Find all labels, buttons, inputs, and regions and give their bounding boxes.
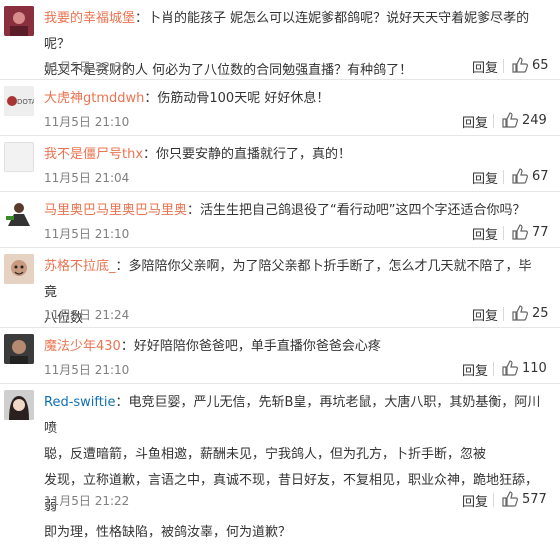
- username-link[interactable]: 马里奥巴马里奥巴马里奥: [44, 203, 187, 218]
- like-button[interactable]: 77: [511, 223, 549, 241]
- username-link[interactable]: 苏格不拉底_: [44, 259, 116, 274]
- thumbs-up-icon: [502, 112, 518, 128]
- like-count: 249: [522, 112, 547, 128]
- comment-time: 11月5日 21:04: [44, 171, 130, 185]
- comment-body: ：电竞巨婴，严儿无信，先斩B皇，再坑老鼠，大唐八职，其奶基衡，阿川喷: [44, 395, 541, 436]
- thumbs-up-icon: [502, 360, 518, 376]
- comment-item: 马里奥巴马里奥巴马里奥：活生生把自己鸽退役了“看行动吧”这四个字还适合你吗？ 1…: [0, 192, 560, 248]
- svg-text:DOTA: DOTA: [17, 98, 34, 106]
- username-link[interactable]: 我要的幸福城堡: [44, 11, 135, 26]
- like-button[interactable]: 249: [501, 111, 547, 129]
- reply-button[interactable]: 回复: [472, 57, 498, 76]
- comment-text: 大虎神gtmddwh：伤筋动骨100天呢 好好休息！: [44, 86, 544, 112]
- comment-item: 我不是僵尸号thx：你只要安静的直播就行了，真的！ 11月5日 21:04 回复…: [0, 136, 560, 192]
- comment-item: DOTA 大虎神gtmddwh：伤筋动骨100天呢 好好休息！ 11月5日 21…: [0, 80, 560, 136]
- avatar[interactable]: [4, 334, 34, 364]
- divider: [503, 307, 504, 321]
- thumbs-up-icon: [512, 305, 528, 321]
- like-button[interactable]: 67: [511, 167, 549, 185]
- username-link[interactable]: Red-swiftie: [44, 395, 115, 410]
- like-button[interactable]: 110: [501, 359, 547, 377]
- comment-time: 11月5日 21:10: [44, 227, 130, 241]
- comment-body: ：活生生把自己鸽退役了“看行动吧”这四个字还适合你吗？: [187, 203, 526, 218]
- comment-body-line: 即为理，性格缺陷，被鸽汝辜，何为道歉？: [44, 525, 292, 540]
- divider: [493, 114, 494, 128]
- username-link[interactable]: 魔法少年430: [44, 339, 121, 354]
- comment-time: 11月5日 21:10: [44, 363, 130, 377]
- comment-text: 我不是僵尸号thx：你只要安静的直播就行了，真的！: [44, 142, 544, 168]
- comment-time: 11月5日 22:30: [44, 60, 130, 74]
- reply-button[interactable]: 回复: [462, 360, 488, 379]
- reply-button[interactable]: 回复: [472, 168, 498, 187]
- avatar[interactable]: [4, 6, 34, 36]
- thumbs-up-icon: [512, 224, 528, 240]
- comment-body: ：多陪陪你父亲啊，为了陪父亲都卜折手断了，怎么才几天就不陪了，毕竟: [44, 259, 532, 300]
- like-button[interactable]: 65: [511, 56, 549, 74]
- like-count: 577: [522, 491, 547, 507]
- reply-button[interactable]: 回复: [472, 305, 498, 324]
- divider: [503, 170, 504, 184]
- comment-body: ：伤筋动骨100天呢 好好休息！: [144, 91, 330, 106]
- divider: [503, 226, 504, 240]
- reply-button[interactable]: 回复: [472, 224, 498, 243]
- reply-button[interactable]: 回复: [462, 491, 488, 510]
- divider: [493, 362, 494, 376]
- divider: [503, 59, 504, 73]
- like-count: 110: [522, 360, 547, 376]
- comment-time: 11月5日 21:24: [44, 308, 130, 322]
- username-link[interactable]: 大虎神gtmddwh: [44, 91, 144, 106]
- thumbs-up-icon: [512, 168, 528, 184]
- comment-body: ：你只要安静的直播就行了，真的！: [143, 147, 352, 162]
- comment-item: Red-swiftie：电竞巨婴，严儿无信，先斩B皇，再坑老鼠，大唐八职，其奶基…: [0, 384, 560, 540]
- comment-body-line: 聪，反遭暗箭，斗鱼相邀，薪酬未见，宁我鸽人，但为孔方，卜折手断，忽被: [44, 447, 487, 462]
- like-count: 77: [532, 224, 549, 240]
- thumbs-up-icon: [502, 491, 518, 507]
- comment-time: 11月5日 21:10: [44, 115, 130, 129]
- comment-body: ：好好陪陪你爸爸吧，单手直播你爸爸会心疼: [120, 339, 381, 354]
- avatar[interactable]: [4, 198, 34, 228]
- like-count: 65: [532, 57, 549, 73]
- like-count: 25: [532, 305, 549, 321]
- avatar[interactable]: [4, 142, 34, 172]
- comment-item: 魔法少年430：好好陪陪你爸爸吧，单手直播你爸爸会心疼 11月5日 21:10 …: [0, 328, 560, 384]
- comment-item: 苏格不拉底_：多陪陪你父亲啊，为了陪父亲都卜折手断了，怎么才几天就不陪了，毕竟 …: [0, 248, 560, 328]
- avatar[interactable]: [4, 390, 34, 420]
- like-button[interactable]: 577: [501, 490, 547, 508]
- like-count: 67: [532, 168, 549, 184]
- like-button[interactable]: 25: [511, 304, 549, 322]
- comment-time: 11月5日 21:22: [44, 494, 130, 508]
- comment-text: 马里奥巴马里奥巴马里奥：活生生把自己鸽退役了“看行动吧”这四个字还适合你吗？: [44, 198, 544, 224]
- comment-text: Red-swiftie：电竞巨婴，严儿无信，先斩B皇，再坑老鼠，大唐八职，其奶基…: [44, 390, 544, 546]
- username-link[interactable]: 我不是僵尸号thx: [44, 147, 143, 162]
- thumbs-up-icon: [512, 57, 528, 73]
- comment-item: 我要的幸福城堡：卜肖的能孩子 妮怎么可以连妮爹都鸽呢？说好天天守着妮爹尽孝的呢？…: [0, 0, 560, 80]
- avatar[interactable]: [4, 254, 34, 284]
- avatar[interactable]: DOTA: [4, 86, 34, 116]
- divider: [493, 493, 494, 507]
- reply-button[interactable]: 回复: [462, 112, 488, 131]
- comment-text: 魔法少年430：好好陪陪你爸爸吧，单手直播你爸爸会心疼: [44, 334, 544, 360]
